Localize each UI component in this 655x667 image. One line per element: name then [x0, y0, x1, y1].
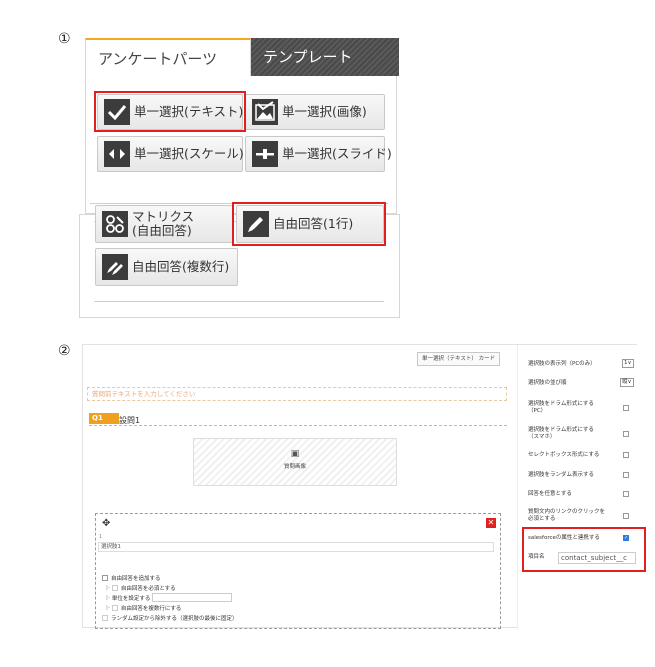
chevron-down-icon: ∨	[627, 379, 632, 385]
option-label: 単位を設定する	[111, 595, 151, 602]
setting-link-click-required: 質問文内のリンクのクリックを必須とする	[528, 509, 636, 525]
divider	[94, 301, 384, 302]
pre-question-text-input[interactable]: 質問前テキストを入力してください	[87, 387, 507, 401]
setting-label: 選択肢をドラム形式にする（スマホ）	[528, 427, 594, 440]
part-label: マトリクス (自由回答)	[132, 210, 194, 238]
question-type-button[interactable]: 単一選択（テキスト） カード	[417, 352, 501, 366]
indent-prefix: |-	[106, 605, 110, 611]
setting-label: 回答を任意とする	[528, 491, 572, 497]
choice-number: 1	[99, 534, 103, 540]
option-free-multiline[interactable]: |- 自由回答を複数行にする	[106, 604, 181, 612]
part-single-image-button[interactable]: 単一選択(画像)	[245, 94, 385, 130]
checkbox[interactable]	[623, 472, 629, 478]
part-label: 自由回答(複数行)	[132, 259, 230, 274]
unit-input[interactable]	[152, 593, 233, 602]
choice-box: ✥ ✕ 1 選択肢1 自由回答を追加する |- 自由回答を必須とする |- 単位…	[95, 513, 501, 629]
option-set-unit[interactable]: |- 単位を設定する	[106, 593, 233, 602]
option-add-free-answer[interactable]: 自由回答を追加する	[102, 574, 161, 582]
part-label: 単一選択(スライド)	[282, 146, 392, 161]
option-exclude-random[interactable]: ランダム設定から除外する（選択肢の最後に固定）	[102, 614, 238, 622]
option-label: ランダム設定から除外する（選択肢の最後に固定）	[111, 616, 238, 622]
part-matrix-free-button[interactable]: マトリクス (自由回答)	[95, 205, 233, 243]
setting-label: 選択肢をドラム形式にする（PC）	[528, 401, 594, 414]
pens-icon	[102, 254, 128, 280]
part-label: 単一選択(スケール)	[134, 146, 244, 161]
choice-order-select[interactable]: 縦∨	[620, 378, 634, 387]
checkbox[interactable]	[623, 513, 629, 519]
highlight-single-text	[94, 91, 246, 132]
scale-icon	[104, 141, 130, 167]
checkbox[interactable]	[111, 585, 118, 591]
option-free-required[interactable]: |- 自由回答を必須とする	[106, 584, 176, 592]
image-icon: ▣	[290, 449, 300, 459]
part-free-multi-line-button[interactable]: 自由回答(複数行)	[95, 248, 238, 286]
part-single-scale-button[interactable]: 単一選択(スケール)	[97, 136, 244, 172]
setting-label: 質問文内のリンクのクリックを必須とする	[528, 509, 606, 522]
display-columns-select[interactable]: 1∨	[622, 359, 634, 368]
step-number-1: ①	[58, 31, 71, 47]
question-image-drop-area[interactable]: ▣ 質問画像	[193, 438, 397, 486]
question-editor: 単一選択（テキスト） カード 質問前テキストを入力してください Q1 設問1 ▣…	[82, 344, 646, 629]
checkbox[interactable]	[623, 491, 629, 497]
close-icon[interactable]: ✕	[486, 518, 496, 528]
tab-survey-parts[interactable]: アンケートパーツ	[85, 38, 251, 76]
checkbox[interactable]	[623, 452, 629, 458]
move-icon[interactable]: ✥	[102, 518, 110, 529]
indent-prefix: |-	[106, 594, 110, 601]
setting-drum-smartphone: 選択肢をドラム形式にする（スマホ）	[528, 427, 636, 443]
part-label: 単一選択(画像)	[282, 104, 367, 119]
checkbox[interactable]	[102, 575, 108, 581]
chevron-down-icon: ∨	[627, 360, 632, 366]
option-label: 自由回答を必須とする	[120, 586, 176, 592]
matrix-icon	[102, 211, 128, 237]
option-label: 自由回答を複数行にする	[120, 606, 182, 612]
parts-panel: アンケートパーツ テンプレート 単一選択(テキスト) 単一選択(画像) 単一選択…	[79, 33, 400, 318]
part-label-line1: マトリクス	[132, 209, 195, 224]
part-label-line2: (自由回答)	[132, 223, 192, 238]
option-label: 自由回答を追加する	[111, 576, 161, 582]
part-single-slider-button[interactable]: 単一選択(スライド)	[245, 136, 392, 172]
setting-label: セレクトボックス形式にする	[528, 452, 600, 458]
question-image-label: 質問画像	[283, 464, 306, 470]
setting-label: 選択肢をランダム表示する	[528, 472, 595, 478]
tab-template[interactable]: テンプレート	[251, 38, 399, 76]
panel-tabs: アンケートパーツ テンプレート	[85, 38, 399, 76]
checkbox[interactable]	[102, 615, 108, 621]
image-check-icon	[252, 99, 278, 125]
checkbox[interactable]	[623, 431, 629, 437]
setting-drum-pc: 選択肢をドラム形式にする（PC）	[528, 401, 636, 417]
settings-panel: 選択肢の表示列（PCのみ） 1∨ 選択肢の並び順 縦∨ 選択肢をドラム形式にする…	[517, 345, 646, 629]
checkbox[interactable]	[623, 405, 629, 411]
setting-label: 選択肢の並び順	[528, 380, 567, 386]
question-number-badge: Q1	[89, 413, 119, 424]
highlight-salesforce	[522, 527, 646, 572]
slider-icon	[252, 141, 278, 167]
question-title-underline	[89, 425, 507, 426]
checkbox[interactable]	[111, 605, 118, 611]
setting-label: 選択肢の表示列（PCのみ）	[528, 361, 596, 367]
step-number-2: ②	[58, 343, 71, 359]
choice-text-input[interactable]: 選択肢1	[98, 542, 494, 552]
indent-prefix: |-	[106, 585, 110, 591]
highlight-free-single-line	[232, 202, 386, 246]
